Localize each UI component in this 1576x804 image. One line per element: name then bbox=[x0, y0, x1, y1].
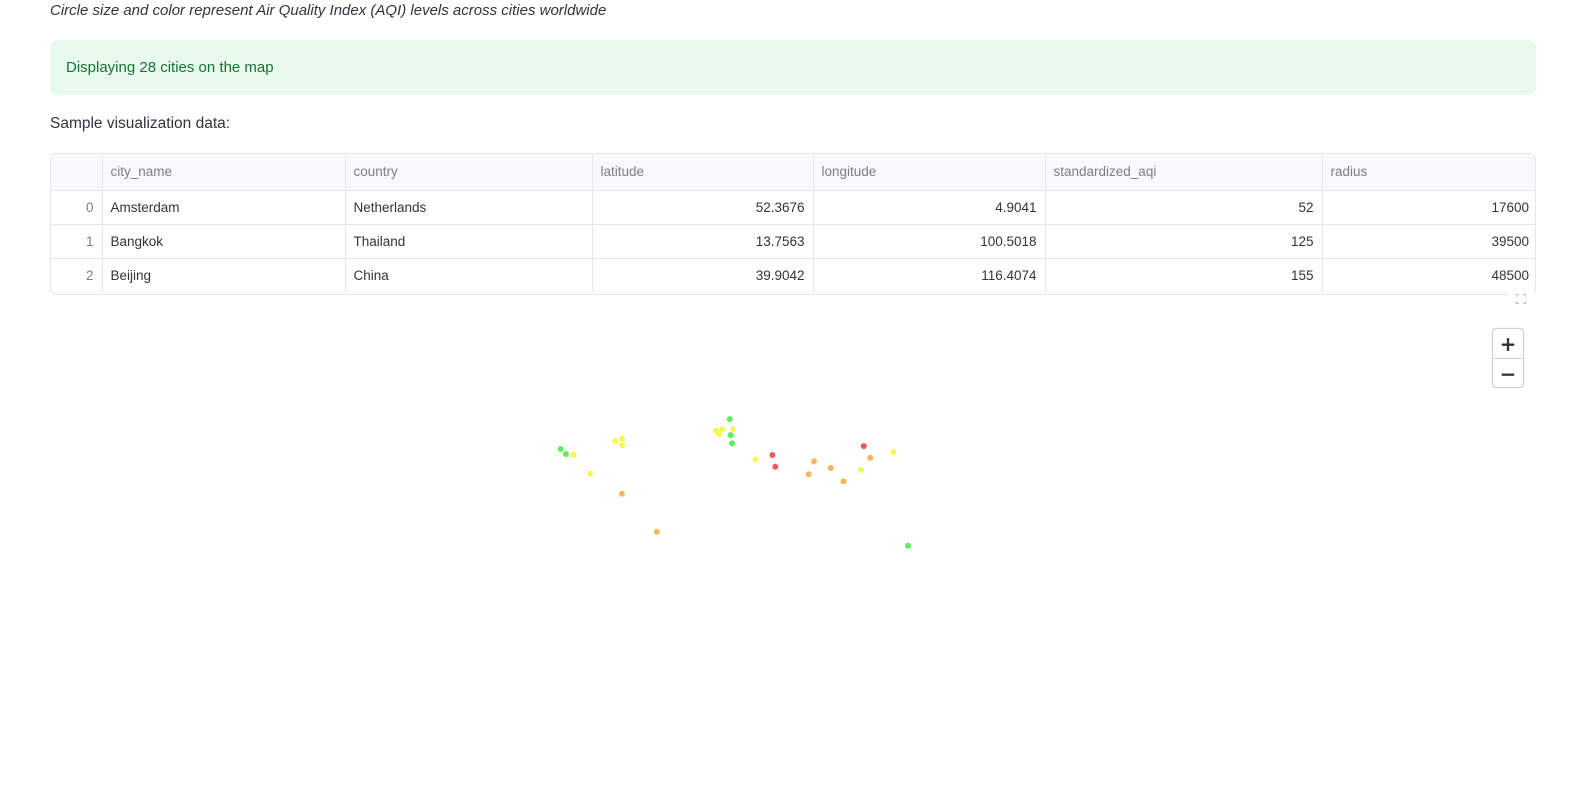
aqi-city-point[interactable] bbox=[772, 463, 779, 470]
aqi-city-point[interactable] bbox=[805, 471, 812, 478]
aqi-city-point[interactable] bbox=[619, 442, 626, 449]
aqi-city-point[interactable] bbox=[727, 432, 734, 439]
aqi-city-point[interactable] bbox=[618, 490, 625, 497]
aqi-city-point[interactable] bbox=[858, 466, 864, 473]
aqi-city-point[interactable] bbox=[811, 458, 817, 465]
aqi-city-point[interactable] bbox=[619, 435, 625, 442]
aqi-city-point[interactable] bbox=[570, 451, 577, 458]
zoom-in-button[interactable]: + bbox=[1493, 329, 1523, 359]
aqi-city-point[interactable] bbox=[726, 416, 733, 423]
aqi-city-point[interactable] bbox=[867, 454, 874, 461]
aqi-city-point[interactable] bbox=[587, 470, 594, 477]
aqi-city-point[interactable] bbox=[729, 440, 735, 447]
aqi-city-point[interactable] bbox=[557, 446, 564, 452]
aqi-city-point[interactable] bbox=[890, 448, 897, 455]
aqi-city-point[interactable] bbox=[905, 542, 911, 549]
aqi-city-point[interactable] bbox=[719, 426, 726, 433]
aqi-map[interactable] bbox=[50, 310, 1536, 790]
aqi-city-point[interactable] bbox=[562, 451, 569, 457]
aqi-city-point[interactable] bbox=[752, 456, 759, 463]
aqi-city-point[interactable] bbox=[840, 478, 847, 485]
zoom-out-button[interactable]: − bbox=[1493, 359, 1523, 388]
aqi-city-point[interactable] bbox=[860, 443, 867, 450]
aqi-city-point[interactable] bbox=[653, 528, 660, 535]
aqi-city-point[interactable] bbox=[612, 438, 619, 444]
aqi-city-point[interactable] bbox=[827, 464, 834, 471]
map-canvas[interactable] bbox=[0, 0, 1576, 804]
aqi-city-point[interactable] bbox=[730, 426, 736, 433]
aqi-city-point[interactable] bbox=[769, 452, 776, 458]
zoom-control: + − bbox=[1492, 328, 1524, 388]
